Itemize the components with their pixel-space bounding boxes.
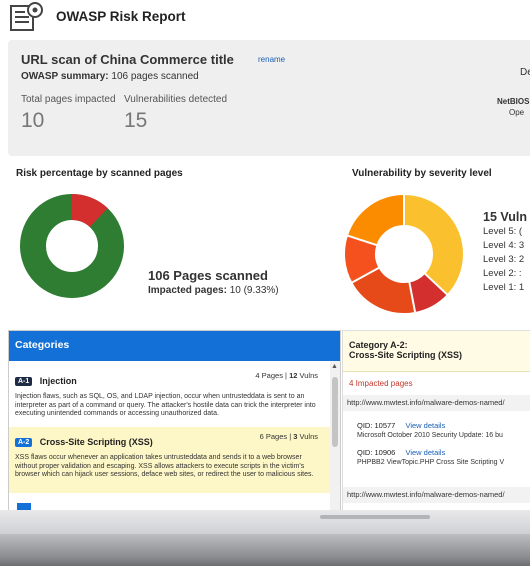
laptop-base-top [0,510,530,534]
category-vulns-label: Vulns [299,432,318,441]
app-header: OWASP Risk Report [0,0,530,34]
category-pages-count: 4 [255,371,260,380]
detail-category-id: Category A-2: [349,340,408,350]
severity-level-3: Level 3: 2 [483,254,525,265]
category-badge: A-1 [15,377,33,386]
impacted-pages-value: 10 (9.33%) [229,285,279,296]
impacted-url-row[interactable]: http://www.mwtest.info/malware-demos-nam… [343,487,530,503]
category-vulns-label: Vulns [299,371,318,380]
category-counts: 4 Pages | 12 Vulns [255,371,318,380]
qid-description: PHPBB2 ViewTopic.PHP Cross Site Scriptin… [357,459,505,466]
categories-header: Categories [9,331,340,361]
impacted-url-row[interactable]: http://www.mwtest.info/malware-demos-nam… [343,395,530,411]
category-description: XSS flaws occur whenever an application … [15,454,314,478]
view-details-link[interactable]: View details [405,448,445,457]
detail-category-name: Cross-Site Scripting (XSS) [349,350,463,360]
qid-row: QID: 10577 View details [357,421,445,430]
severity-level-5: Level 5: ( [483,226,523,237]
severity-level-1: Level 1: 1 [483,282,525,293]
summary-right-text: De [520,67,530,78]
owasp-summary: OWASP summary: 106 pages scanned [21,71,199,82]
page-title: OWASP Risk Report [56,9,186,24]
owasp-summary-label: OWASP summary: [21,71,109,82]
category-badge: A-2 [15,438,33,447]
netbios-label: NetBIOS [497,97,530,106]
category-pages-label: Pages [265,432,288,441]
impacted-pages-label: Impacted pages: [148,285,227,296]
qid-row: QID: 10906 View details [357,448,445,457]
category-vulns-count: 12 [289,371,298,380]
qid-number: QID: 10577 [357,421,396,430]
severity-chart-title: Vulnerability by severity level [352,168,492,179]
vulns-detected-label: Vulnerabilities detected [124,94,228,105]
category-pages-count: 6 [259,432,264,441]
category-counts: 6 Pages | 3 Vulns [259,432,318,441]
summary-right-text-2: Ope [509,108,525,117]
category-vulns-count: 3 [293,432,298,441]
scan-title: URL scan of China Commerce title [21,52,234,67]
pages-impacted-value: 10 [21,109,45,132]
owasp-summary-value: 106 pages scanned [111,71,199,82]
report-icon [10,2,43,31]
category-name: Injection [39,376,77,386]
detail-header: Category A-2: Cross-Site Scripting (XSS) [343,331,530,372]
qid-description: Microsoft October 2010 Security Update: … [357,432,503,439]
vulns-detected-value: 15 [124,109,148,132]
impacted-pages-summary: Impacted pages: 10 (9.33%) [148,285,279,296]
qid-number: QID: 10906 [357,448,396,457]
categories-panel: Categories A-1 Injection 4 Pages | 12 Vu… [8,330,341,512]
detail-impacted-count: 4 Impacted pages [349,379,413,388]
impacted-url: http://www.mwtest.info/malware-demos-nam… [347,398,505,407]
category-pages-label: Pages [261,371,283,380]
categories-title: Categories [15,339,70,351]
category-description: Injection flaws, such as SQL, OS, and LD… [15,393,316,417]
severity-level-4: Level 4: 3 [483,240,525,251]
laptop-base-bottom [0,534,530,566]
impacted-url: http://www.mwtest.info/malware-demos-nam… [347,490,505,499]
severity-level-2: Level 2: : [483,268,522,279]
pages-impacted-label: Total pages impacted [21,94,116,105]
category-detail-panel: Category A-2: Cross-Site Scripting (XSS)… [342,330,530,512]
risk-donut-chart [20,194,124,298]
view-details-link[interactable]: View details [405,421,445,430]
laptop-hinge [320,515,430,519]
category-item-a1[interactable]: A-1 Injection 4 Pages | 12 Vulns Injecti… [9,367,330,421]
category-name: Cross-Site Scripting (XSS) [39,437,153,447]
severity-total: 15 Vuln [483,210,527,224]
category-item-a2[interactable]: A-2 Cross-Site Scripting (XSS) 6 Pages |… [9,427,330,493]
scrollbar-thumb[interactable] [332,377,338,447]
rename-link[interactable]: rename [258,55,285,64]
pages-scanned-total: 106 Pages scanned [148,268,268,283]
severity-donut-chart [345,194,463,314]
risk-chart-title: Risk percentage by scanned pages [16,168,183,179]
scroll-up-icon[interactable]: ▲ [331,363,338,370]
